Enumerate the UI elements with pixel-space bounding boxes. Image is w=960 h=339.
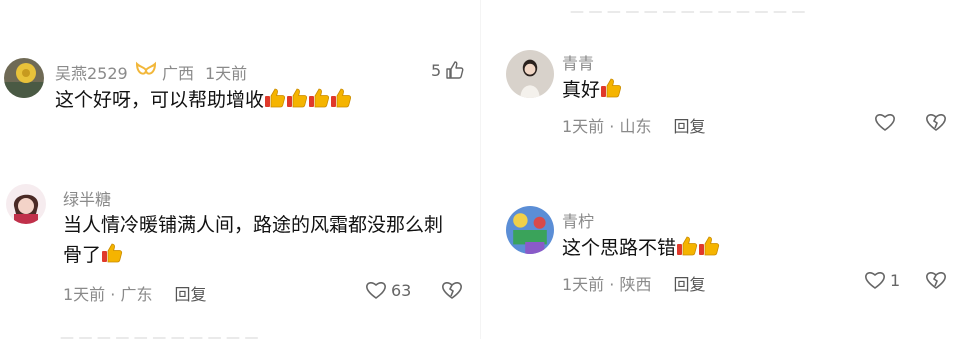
thumbs-up-emoji-group <box>101 243 123 266</box>
comment-meta: 1天前 · 广东 回复 <box>63 285 207 304</box>
left-comment-panel: — — — — — — — — — — — 吴燕2529 广西 1天前 5 这个… <box>0 0 480 339</box>
comment-text: 当人情冷暖铺满人间，路途的风霜都没那么刺 骨了 <box>63 210 473 273</box>
dislike-heart-icon[interactable] <box>441 280 463 300</box>
comment-item: 青青 真好 1天前 · 山东 回复 <box>480 40 960 150</box>
comment-text: 真好 <box>562 75 622 108</box>
like-button[interactable]: 5 <box>431 60 465 80</box>
comment-meta: 1天前 · 山东 回复 <box>562 117 706 136</box>
dislike-heart-icon[interactable] <box>925 112 947 132</box>
thumb-up-icon <box>446 61 464 79</box>
thumbs-up-emoji-icon <box>330 87 352 118</box>
comment-item: 吴燕2529 广西 1天前 5 这个好呀，可以帮助增收 <box>0 0 480 130</box>
avatar[interactable] <box>4 58 44 98</box>
thumbs-up-emoji-icon <box>698 235 720 266</box>
username[interactable]: 吴燕2529 <box>55 60 128 84</box>
heart-icon[interactable] <box>874 112 896 132</box>
truncated-comment-row: — — — — — — — — — — — — — <box>570 4 806 20</box>
like-count: 5 <box>431 60 442 80</box>
truncated-comment-row: — — — — — — — — — — — <box>60 330 259 339</box>
thumbs-up-emoji-icon <box>101 242 123 273</box>
like-count: 1 <box>890 270 901 290</box>
comment-item: 青柠 这个思路不错 1天前 · 陕西 回复 1 <box>480 200 960 310</box>
thumbs-up-emoji-icon <box>264 87 286 118</box>
dislike-heart-icon[interactable] <box>925 270 947 290</box>
thumbs-up-emoji-icon <box>676 235 698 266</box>
gender-female-icon <box>135 61 157 75</box>
avatar[interactable] <box>506 50 554 98</box>
like-button[interactable]: 1 <box>864 270 900 290</box>
comment-text: 这个好呀，可以帮助增收 <box>55 85 385 118</box>
avatar[interactable] <box>6 184 46 224</box>
comment-text: 这个思路不错 <box>562 233 720 266</box>
username[interactable]: 绿半糖 <box>63 186 111 210</box>
thumbs-up-emoji-group <box>600 78 622 101</box>
right-comment-panel: — — — — — — — — — — — — — 青青 真好 1天前 · 山东… <box>480 0 960 339</box>
location-label: 广西 <box>162 64 195 83</box>
timestamp: 1天前 <box>205 64 248 83</box>
reply-button[interactable]: 回复 <box>673 117 705 136</box>
username[interactable]: 青柠 <box>562 208 594 232</box>
reply-button[interactable]: 回复 <box>174 285 206 304</box>
like-count: 63 <box>391 280 412 300</box>
thumbs-up-emoji-group <box>676 236 720 259</box>
username[interactable]: 青青 <box>562 50 594 74</box>
like-button[interactable]: 63 <box>365 280 411 300</box>
thumbs-up-emoji-group <box>264 88 352 111</box>
thumbs-up-emoji-icon <box>308 87 330 118</box>
reply-button[interactable]: 回复 <box>673 275 705 294</box>
thumbs-up-emoji-icon <box>286 87 308 118</box>
avatar[interactable] <box>506 206 554 254</box>
comment-item: 绿半糖 当人情冷暖铺满人间，路途的风霜都没那么刺 骨了 1天前 · 广东 回复 6… <box>0 170 480 310</box>
thumbs-up-emoji-icon <box>600 77 622 108</box>
heart-icon <box>366 282 386 299</box>
comment-meta: 1天前 · 陕西 回复 <box>562 275 706 294</box>
heart-icon <box>865 272 885 289</box>
